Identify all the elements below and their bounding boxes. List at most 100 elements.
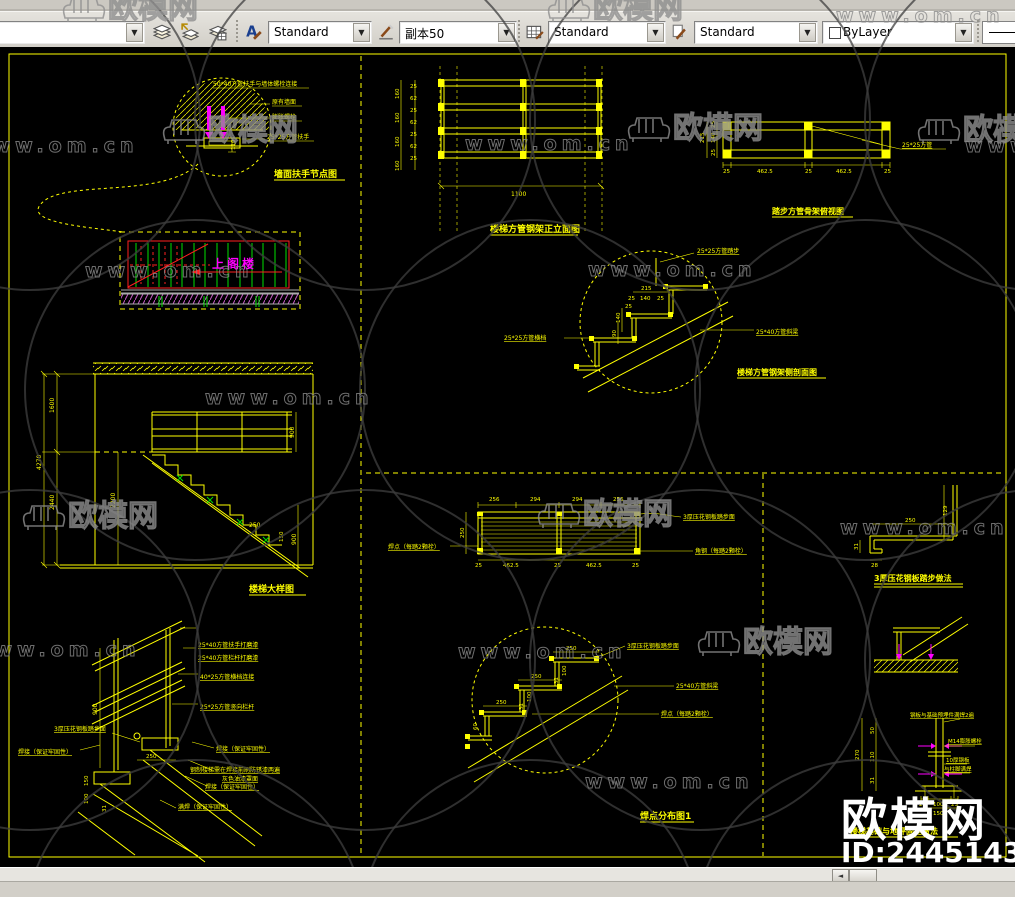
dim-label: 250: [496, 700, 507, 706]
dim-label: 160: [395, 112, 401, 123]
dim-style-button[interactable]: [373, 19, 400, 46]
callout-label: 50*40方管扶手与墙体螺栓连接: [213, 80, 297, 88]
table-style-arrow-icon[interactable]: ▼: [647, 23, 664, 42]
dim-label: 160: [395, 88, 401, 99]
color-combo[interactable]: ByLayer ▼: [822, 21, 974, 44]
callout-label: 25*25方管扶手: [267, 133, 309, 141]
callout-label: 25*25方管: [902, 141, 932, 149]
table-style-icon: [526, 25, 544, 40]
callout-label: 焊点（每踏2颗栓）: [388, 543, 440, 551]
callout-label: 灰色油漆罩面: [222, 775, 258, 783]
dim-label: 250: [249, 522, 261, 529]
detail-title: 楼梯基础与地坪固定做法: [850, 826, 938, 836]
color-value: ByLayer: [843, 25, 892, 39]
dim-label: 31: [102, 805, 108, 812]
text-style-combo[interactable]: Standard ▼: [268, 21, 372, 44]
text-style-icon: A: [246, 24, 262, 41]
dim-label: 110: [231, 139, 237, 150]
color-swatch: [829, 27, 841, 39]
detail-weld-distribution: 250 250 250 100 31 100 31 60 3厚压花钢板踏步面 2…: [465, 626, 718, 823]
mleader-style-value: Standard: [700, 25, 755, 39]
layer-states-button[interactable]: [205, 19, 232, 46]
callout-label: M14膨胀螺栓: [948, 737, 982, 745]
callout-label: 25*40方管栏杆打磨漆: [198, 654, 258, 662]
dim-label: 62: [410, 96, 417, 102]
detail-frame-front-elevation: 160 160 160 160 25 62 25 62 25 62 25 110…: [395, 66, 605, 236]
callout-label: 25*25方管竖向栏杆: [200, 703, 254, 711]
dim-label: 31: [854, 543, 860, 550]
dim-label: 462.5: [586, 563, 602, 569]
dim-style-icon: [379, 24, 394, 40]
dim-label: 28: [871, 563, 878, 569]
layer-combo-arrow-icon[interactable]: ▼: [126, 23, 143, 42]
dim-label: 62: [410, 144, 417, 150]
callout-label: 25*25方管踏步: [697, 247, 739, 255]
dim-label: 25: [410, 108, 417, 114]
mleader-style-icon: [672, 24, 689, 40]
dim-label: 1100: [511, 191, 526, 198]
dim-label: 25: [711, 121, 717, 128]
detail-title: 焊点分布图1: [640, 810, 691, 822]
dim-label: 462.5: [757, 169, 773, 175]
callout-label: 与柱脚满焊: [944, 765, 972, 773]
text-style-value: Standard: [274, 25, 329, 39]
mleader-style-combo[interactable]: Standard ▼: [694, 21, 818, 44]
dim-style-arrow-icon[interactable]: ▼: [498, 23, 515, 42]
toolbar-grip[interactable]: [976, 20, 980, 43]
dim-label: 100: [527, 691, 533, 702]
callout-label: 40*25方管横档连接: [200, 673, 254, 681]
dim-label: 100: [84, 793, 90, 804]
callout-label: 3厚压花钢板踏步面: [683, 513, 735, 521]
layer-properties-button[interactable]: [149, 19, 176, 46]
toolbar-grip[interactable]: [517, 20, 521, 43]
dim-style-combo[interactable]: 副本50 ▼: [399, 21, 517, 44]
dim-label: 140: [616, 312, 622, 323]
text-style-button[interactable]: A: [241, 19, 268, 46]
mleader-style-arrow-icon[interactable]: ▼: [799, 23, 816, 42]
drawing-canvas[interactable]: 110 50*40方管扶手与墙体螺栓连接 原有墙面 膨胀螺栓 25*25方管扶手…: [0, 47, 1015, 867]
linetype-combo[interactable]: [982, 21, 1015, 44]
table-style-combo[interactable]: Standard ▼: [548, 21, 666, 44]
detail-title: 3厚压花钢板踏步做法: [874, 573, 952, 583]
horizontal-scrollbar[interactable]: ◄: [0, 867, 1015, 883]
detail-title: 墙面扶手节点图: [274, 168, 337, 180]
dim-label: 25: [884, 169, 891, 175]
layer-previous-button[interactable]: [177, 19, 204, 46]
callout-label: 焊接（保证牢固性）: [216, 745, 270, 753]
callout-label: 角钢（每踏2颗栓）: [695, 547, 747, 555]
detail-tread-frame-top-view: 25*25方管 215 25 140 25 25 462.5 25 462.5 …: [700, 121, 946, 218]
frame-joints: [438, 79, 602, 159]
color-arrow-icon[interactable]: ▼: [955, 23, 972, 42]
layer-combo[interactable]: ▼: [0, 21, 145, 44]
linetype-preview: [989, 32, 1015, 33]
dim-label: 1600: [49, 398, 56, 413]
toolbar-grip[interactable]: [235, 20, 239, 43]
dim-label: 25: [410, 132, 417, 138]
dim-label: 270: [855, 749, 861, 760]
table-style-button[interactable]: [522, 19, 549, 46]
dim-label: 215: [700, 132, 706, 143]
dim-label: 900: [291, 533, 298, 545]
callout-label: 25*40方管斜梁: [676, 682, 718, 690]
text-style-arrow-icon[interactable]: ▼: [353, 23, 370, 42]
dim-label: 140: [711, 132, 717, 143]
callout-label: 焊接（保证牢固性）: [205, 783, 259, 791]
dim-label: 31: [554, 677, 560, 684]
dim-label: 256: [613, 497, 624, 503]
table-style-value: Standard: [554, 25, 609, 39]
dim-label: 256: [489, 497, 500, 503]
dim-label: 100: [562, 665, 568, 676]
dim-label: 900: [92, 703, 99, 715]
mleader-style-button[interactable]: [667, 19, 694, 46]
toolbar: ▼ A Standard ▼ 副本50 ▼ Standard ▼ Standar…: [0, 0, 1015, 48]
dim-label: 250: [531, 674, 542, 680]
dim-label: 90: [612, 330, 618, 337]
dim-label: 25: [805, 169, 812, 175]
dim-label: 4270: [36, 455, 43, 470]
callout-label: 焊接（保证牢固性）: [18, 748, 72, 756]
dim-label: 25: [625, 304, 632, 310]
toolbar-top-strip: [0, 0, 1015, 12]
dim-label: 250: [146, 754, 157, 760]
dim-label: 25: [410, 156, 417, 162]
dim-label: 31: [870, 777, 876, 784]
